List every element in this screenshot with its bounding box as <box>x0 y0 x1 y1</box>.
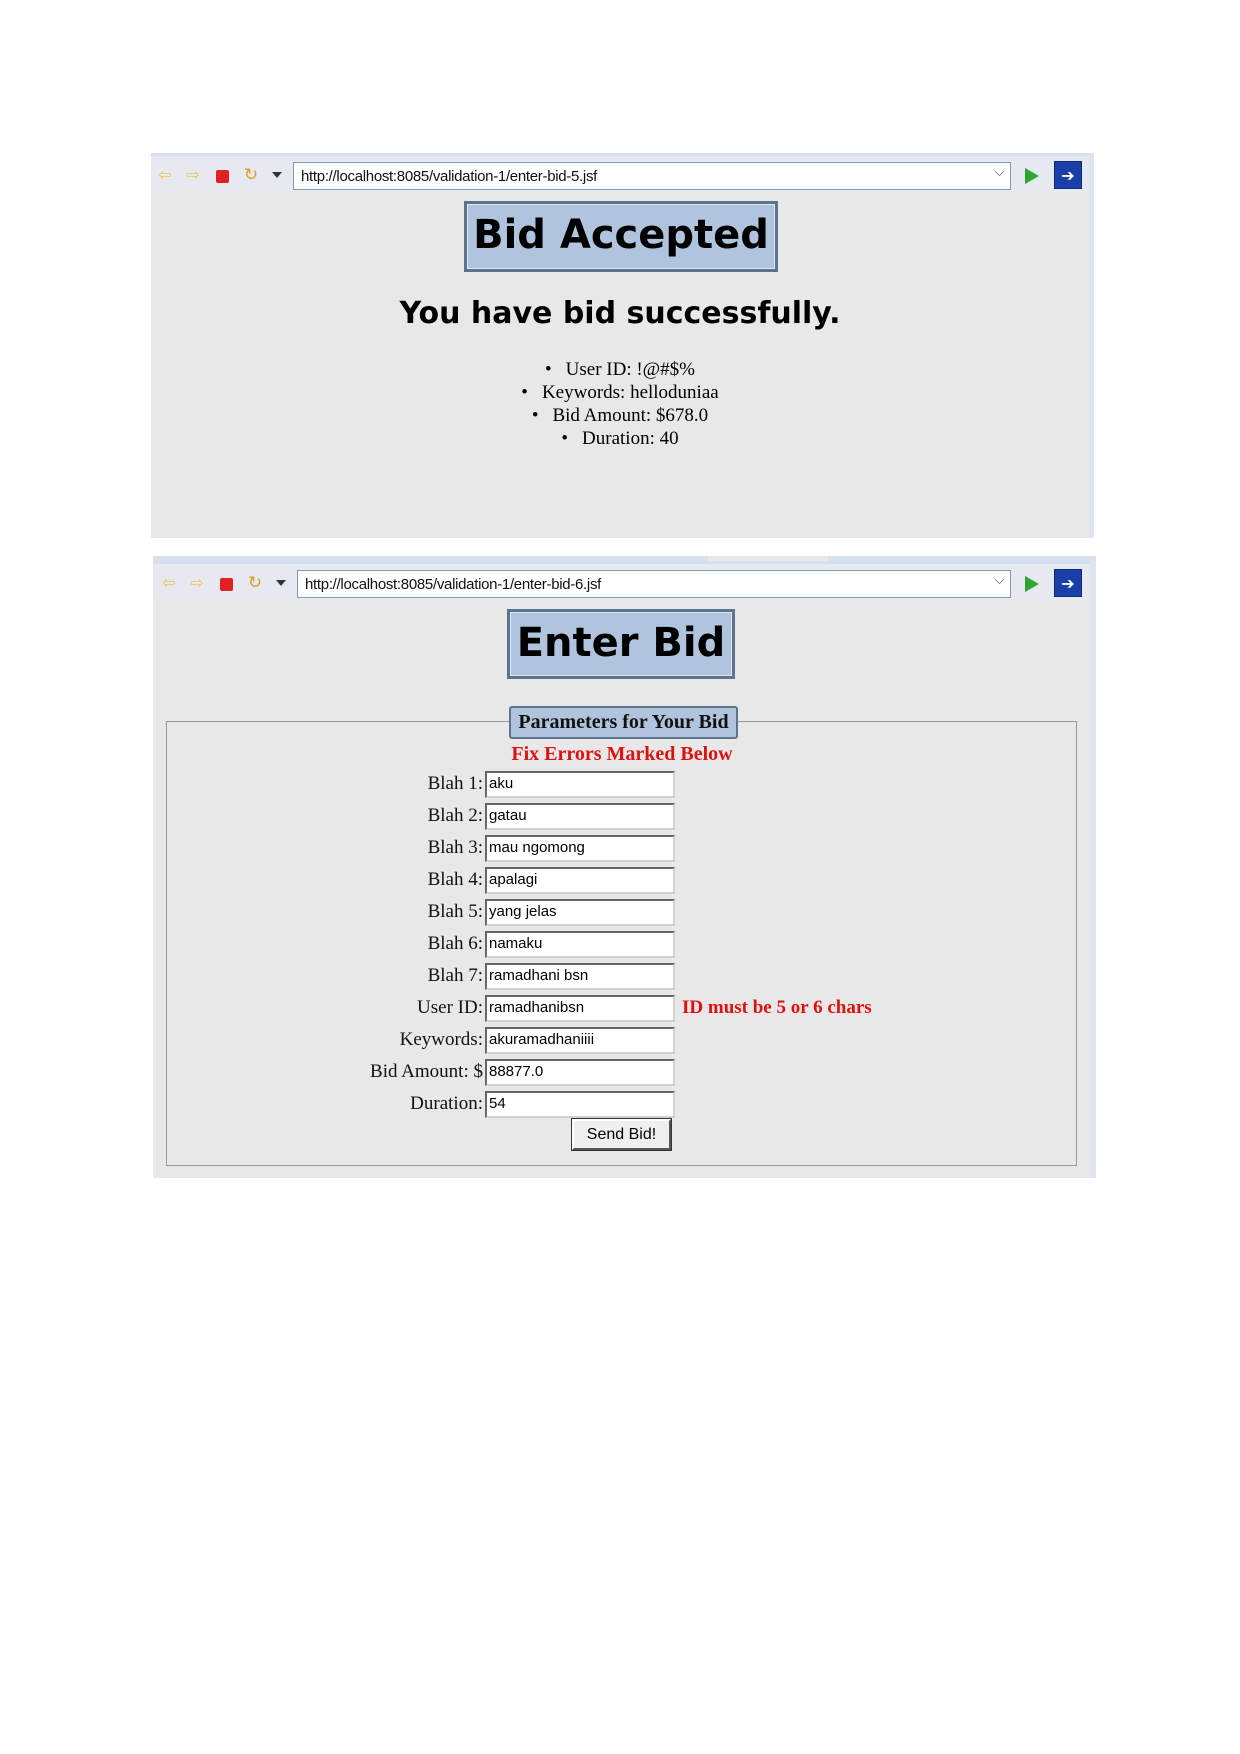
back-arrow-icon[interactable]: ⇦ <box>160 574 178 592</box>
field-label: Blah 5: <box>427 901 483 922</box>
blah-7-input[interactable]: ramadhani bsn <box>485 963 675 990</box>
field-label: Blah 1: <box>427 773 483 794</box>
url-text: http://localhost:8085/validation-1/enter… <box>305 576 602 593</box>
blah-5-input[interactable]: yang jelas <box>485 899 675 926</box>
page-title: Bid Accepted <box>464 201 778 272</box>
url-bar[interactable]: http://localhost:8085/validation-1/enter… <box>297 570 1011 598</box>
field-label: User ID: <box>417 997 483 1018</box>
refresh-dropdown-icon[interactable] <box>276 580 286 586</box>
field-label: Duration: <box>410 1093 483 1114</box>
list-item: Keywords: helloduniaa <box>151 381 1089 404</box>
duration-input[interactable]: 54 <box>485 1091 675 1118</box>
field-label: Blah 4: <box>427 869 483 890</box>
success-message: You have bid successfully. <box>399 296 841 331</box>
refresh-icon[interactable]: ↻ <box>242 166 260 184</box>
list-item: Duration: 40 <box>151 427 1089 450</box>
fieldset-legend: Parameters for Your Bid <box>509 706 738 739</box>
bid-details-list: User ID: !@#$% Keywords: helloduniaa Bid… <box>151 358 1089 450</box>
browser-toolbar: ⇦ ⇨ ↻ http://localhost:8085/validation-1… <box>153 561 1091 599</box>
browser-window-bid-accepted: ⇦ ⇨ ↻ http://localhost:8085/validation-1… <box>151 153 1094 538</box>
list-item: Bid Amount: $678.0 <box>151 404 1089 427</box>
chevron-down-icon[interactable]: ⌵ <box>994 165 1004 180</box>
field-label: Blah 7: <box>427 965 483 986</box>
keywords-input[interactable]: akuramadhaniiii <box>485 1027 675 1054</box>
page-title: Enter Bid <box>507 609 735 679</box>
refresh-dropdown-icon[interactable] <box>272 172 282 178</box>
chevron-down-icon[interactable]: ⌵ <box>994 573 1004 588</box>
blah-1-input[interactable]: aku <box>485 771 675 798</box>
url-text: http://localhost:8085/validation-1/enter… <box>301 168 598 185</box>
forward-arrow-icon[interactable]: ⇨ <box>184 166 202 184</box>
list-item: User ID: !@#$% <box>151 358 1089 381</box>
error-heading: Fix Errors Marked Below <box>511 743 733 765</box>
refresh-icon[interactable]: ↻ <box>246 574 264 592</box>
field-label: Keywords: <box>399 1029 483 1050</box>
go-icon[interactable] <box>1025 576 1039 592</box>
forward-arrow-icon[interactable]: ⇨ <box>188 574 206 592</box>
stop-icon[interactable] <box>217 574 235 592</box>
back-arrow-icon[interactable]: ⇦ <box>156 166 174 184</box>
go-icon[interactable] <box>1025 168 1039 184</box>
blah-3-input[interactable]: mau ngomong <box>485 835 675 862</box>
field-label: Blah 6: <box>427 933 483 954</box>
browser-toolbar: ⇦ ⇨ ↻ http://localhost:8085/validation-1… <box>151 153 1089 191</box>
blah-4-input[interactable]: apalagi <box>485 867 675 894</box>
open-external-icon[interactable]: ➔ <box>1054 161 1082 189</box>
open-external-icon[interactable]: ➔ <box>1054 569 1082 597</box>
bid-amount-input[interactable]: 88877.0 <box>485 1059 675 1086</box>
user-id-input[interactable]: ramadhanibsn <box>485 995 675 1022</box>
blah-6-input[interactable]: namaku <box>485 931 675 958</box>
field-label: Bid Amount: $ <box>370 1061 483 1082</box>
url-bar[interactable]: http://localhost:8085/validation-1/enter… <box>293 162 1011 190</box>
send-bid-button[interactable]: Send Bid! <box>571 1118 672 1151</box>
blah-2-input[interactable]: gatau <box>485 803 675 830</box>
stop-icon[interactable] <box>213 166 231 184</box>
field-label: Blah 3: <box>427 837 483 858</box>
user-id-error: ID must be 5 or 6 chars <box>682 997 872 1018</box>
browser-window-enter-bid: ⇦ ⇨ ↻ http://localhost:8085/validation-1… <box>153 556 1096 1178</box>
field-label: Blah 2: <box>427 805 483 826</box>
